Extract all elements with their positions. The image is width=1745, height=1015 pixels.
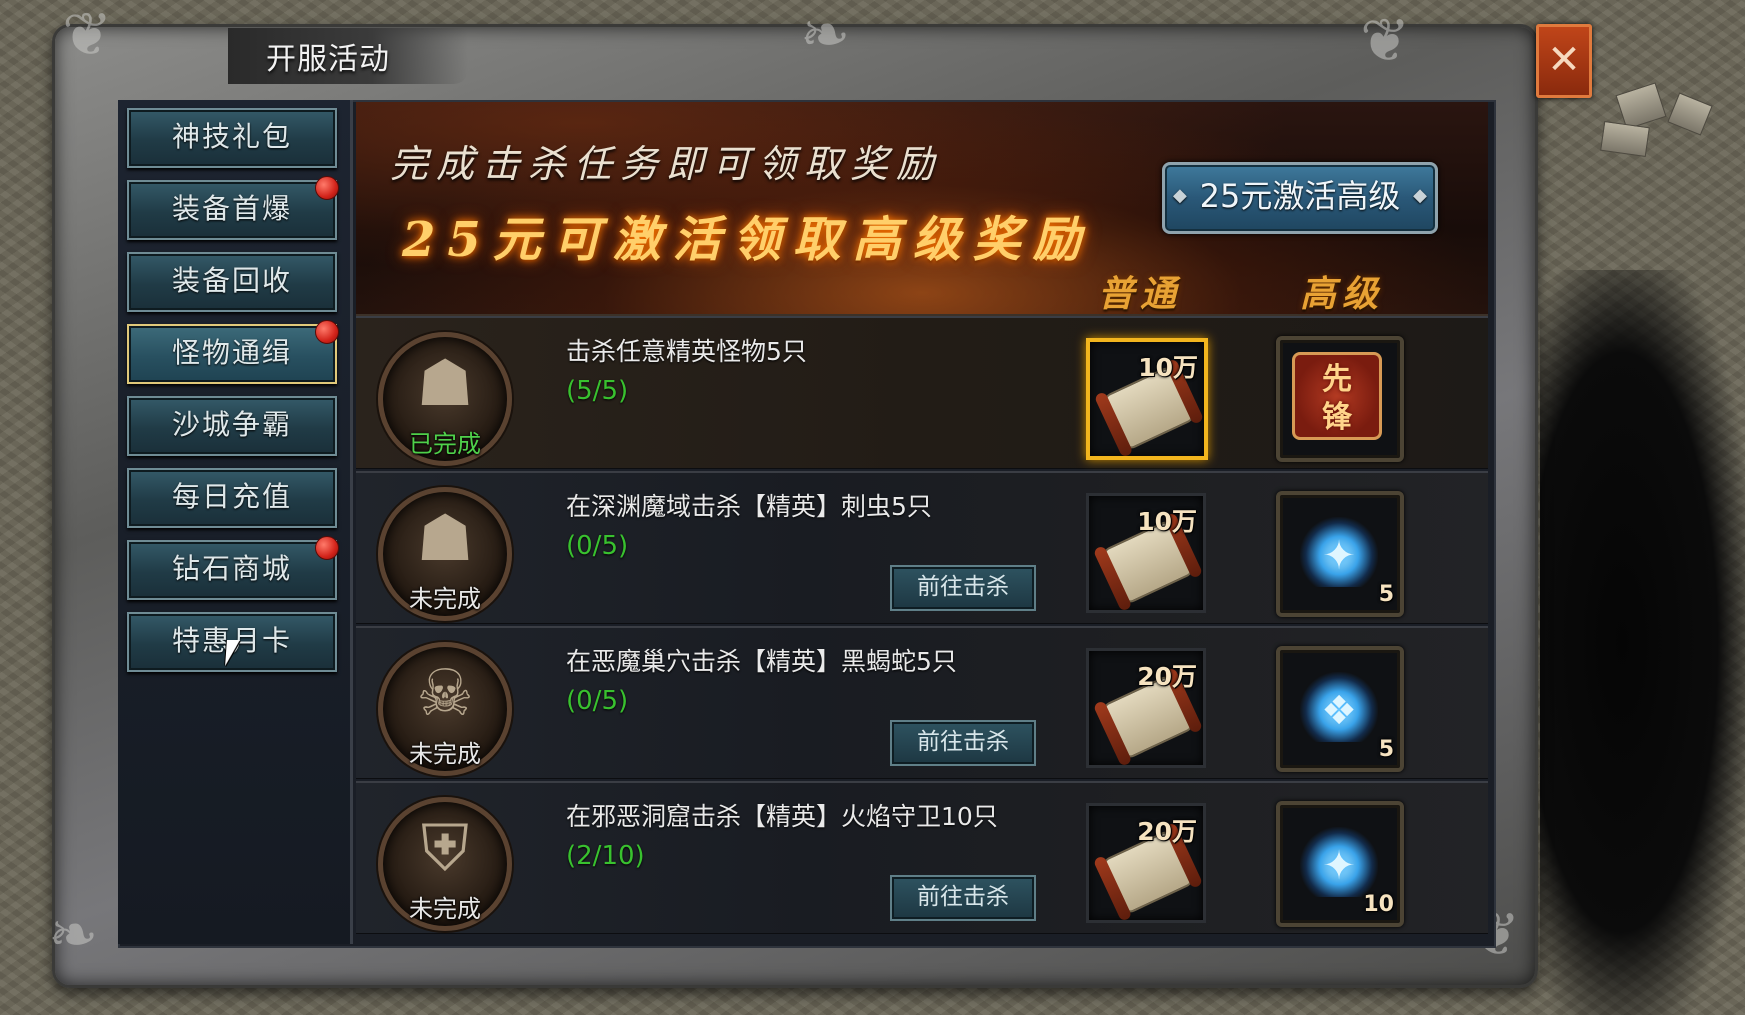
sidebar-item-castle-war[interactable]: 沙城争霸 bbox=[127, 396, 337, 456]
task-progress: (0/5) bbox=[566, 686, 629, 716]
reward-quantity: 5 bbox=[1378, 582, 1394, 607]
go-kill-button[interactable]: 前往击杀 bbox=[890, 720, 1036, 766]
task-status: 已完成 bbox=[409, 430, 481, 458]
normal-reward-slot[interactable]: 10万 bbox=[1086, 338, 1208, 460]
vanguard-title-icon: 先锋 bbox=[1292, 352, 1382, 440]
normal-reward-slot[interactable]: 20万 bbox=[1086, 803, 1206, 923]
column-header-premium: 高级 bbox=[1300, 273, 1385, 315]
reward-amount: 20万 bbox=[1137, 817, 1197, 846]
reward-amount: 20万 bbox=[1137, 662, 1197, 691]
task-status: 未完成 bbox=[409, 895, 481, 923]
background-rock bbox=[1600, 120, 1650, 158]
sidebar-item-shenji-gift[interactable]: 神技礼包 bbox=[127, 108, 337, 168]
close-icon: ✕ bbox=[1547, 37, 1581, 83]
premium-reward-slot[interactable]: ✦ 5 bbox=[1276, 491, 1404, 617]
close-button[interactable]: ✕ bbox=[1536, 24, 1592, 98]
crystal-icon: ✦ bbox=[1300, 827, 1378, 897]
task-description: 在恶魔巢穴击杀【精英】黑蝎蛇5只 bbox=[566, 647, 957, 676]
corner-ornament-bottom-left: ❧ bbox=[48, 900, 99, 970]
normal-reward-slot[interactable]: 20万 bbox=[1086, 648, 1206, 768]
reward-amount: 10万 bbox=[1138, 353, 1198, 382]
task-row: ⛨ 未完成 在邪恶洞窟击杀【精英】火焰守卫10只 (2/10) 前往击杀 20万… bbox=[356, 781, 1488, 934]
sidebar-item-daily-recharge[interactable]: 每日充值 bbox=[127, 468, 337, 528]
task-row: ☗ 已完成 击杀任意精英怪物5只 (5/5) 10万 先锋 bbox=[356, 316, 1488, 469]
flame-guard-icon: ⛨ bbox=[421, 812, 469, 886]
sidebar-item-label: 每日充值 bbox=[171, 480, 292, 513]
sidebar-item-label: 怪物通缉 bbox=[171, 336, 292, 369]
task-row: ☠ 未完成 在恶魔巢穴击杀【精英】黑蝎蛇5只 (0/5) 前往击杀 20万 ❖ … bbox=[356, 626, 1488, 779]
crystal-icon: ✦ bbox=[1300, 517, 1378, 587]
sidebar-item-monster-wanted[interactable]: 怪物通缉 bbox=[127, 320, 339, 384]
dragon-ornament-left: ❦ bbox=[62, 0, 113, 70]
activate-premium-button[interactable]: 25元激活高级 bbox=[1162, 162, 1438, 234]
premium-reward-slot[interactable]: ✦ 10 bbox=[1276, 801, 1404, 927]
elite-monster-icon: ☗ bbox=[416, 347, 474, 421]
crystal-icon: ❖ bbox=[1300, 672, 1378, 742]
column-header-normal: 普通 bbox=[1098, 273, 1183, 315]
task-progress: (5/5) bbox=[566, 376, 629, 406]
dragon-ornament-center: ❧ bbox=[800, 0, 851, 70]
sidebar-item-label: 装备首爆 bbox=[171, 192, 292, 225]
mouse-cursor-icon bbox=[225, 640, 240, 666]
task-progress: (0/5) bbox=[566, 531, 629, 561]
task-description: 击杀任意精英怪物5只 bbox=[566, 337, 807, 366]
sidebar-item-equip-recycle[interactable]: 装备回收 bbox=[127, 252, 337, 312]
go-kill-button[interactable]: 前往击杀 bbox=[890, 565, 1036, 611]
task-row: ☗ 未完成 在深渊魔域击杀【精英】刺虫5只 (0/5) 前往击杀 10万 ✦ 5 bbox=[356, 471, 1488, 624]
premium-reward-slot[interactable]: ❖ 5 bbox=[1276, 646, 1404, 772]
notification-dot bbox=[315, 320, 339, 344]
reward-amount: 10万 bbox=[1137, 507, 1197, 536]
normal-reward-slot[interactable]: 10万 bbox=[1086, 493, 1206, 613]
background-shadow bbox=[1540, 270, 1745, 1015]
task-description: 在深渊魔域击杀【精英】刺虫5只 bbox=[566, 492, 932, 521]
thorn-bug-icon: ☗ bbox=[416, 502, 474, 576]
task-status: 未完成 bbox=[409, 585, 481, 613]
reward-quantity: 5 bbox=[1378, 737, 1394, 762]
sidebar-item-diamond-shop[interactable]: 钻石商城 bbox=[127, 536, 339, 600]
sidebar-item-equip-first-drop[interactable]: 装备首爆 bbox=[127, 176, 339, 240]
sidebar-item-label: 装备回收 bbox=[171, 264, 292, 297]
task-progress: (2/10) bbox=[566, 841, 645, 871]
background-rock bbox=[1667, 92, 1713, 136]
reward-quantity: 10 bbox=[1363, 892, 1394, 917]
task-description: 在邪恶洞窟击杀【精英】火焰守卫10只 bbox=[566, 802, 998, 831]
notification-dot bbox=[315, 176, 339, 200]
task-status: 未完成 bbox=[409, 740, 481, 768]
sidebar-item-label: 钻石商城 bbox=[171, 552, 292, 585]
banner-headline: 25元可激活领取高级奖励 bbox=[402, 212, 1093, 268]
background-rock bbox=[1615, 82, 1667, 130]
premium-reward-slot[interactable]: 先锋 bbox=[1276, 336, 1404, 462]
sidebar-item-label: 沙城争霸 bbox=[171, 408, 292, 441]
banner-subtitle: 完成击杀任务即可领取奖励 bbox=[390, 142, 943, 186]
go-kill-button[interactable]: 前往击杀 bbox=[890, 875, 1036, 921]
window-title: 开服活动 bbox=[266, 42, 390, 77]
black-scorpion-icon: ☠ bbox=[416, 657, 474, 731]
dragon-ornament-right: ❦ bbox=[1360, 6, 1411, 76]
notification-dot bbox=[315, 536, 339, 560]
sidebar: 神技礼包 装备首爆 装备回收 怪物通缉 沙城争霸 每日充值 钻石商城 特惠月卡 bbox=[118, 100, 353, 944]
sidebar-item-label: 神技礼包 bbox=[171, 120, 292, 153]
